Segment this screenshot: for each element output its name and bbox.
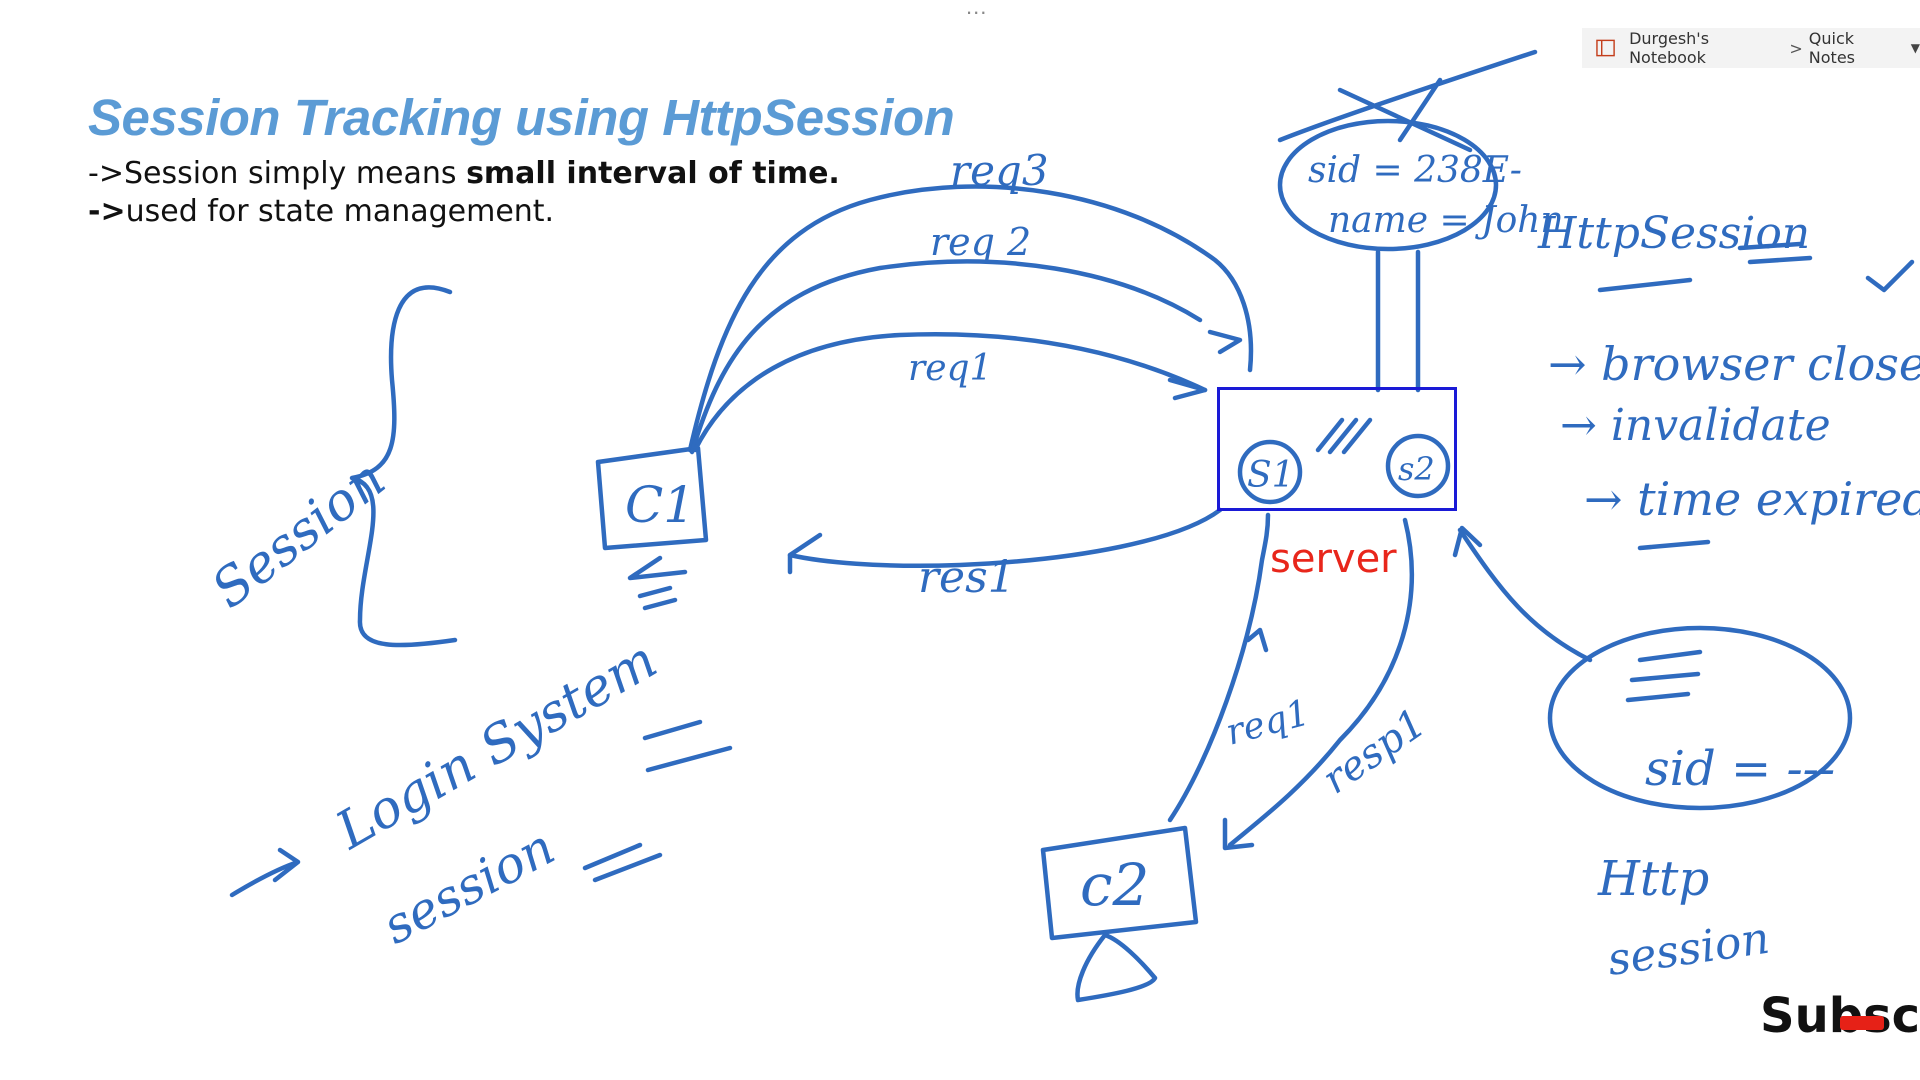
label-time-expired: → time expired [1584,472,1920,526]
label-c2: c2 [1080,851,1149,919]
handwritten-text-layer: req3 req 2 req1 res1 C1 S1 s2 sid = 238E… [201,146,1920,986]
label-req1: req1 [908,348,992,389]
label-http-bottom-1: Http [1597,851,1709,907]
label-c1: C1 [625,476,695,534]
label-http-bottom-2: session [1604,913,1772,986]
label-c2-resp1: resp1 [1314,700,1434,803]
label-req2: req 2 [930,220,1031,264]
label-httpsession: HttpSession [1537,208,1810,259]
server-box [1217,387,1457,511]
label-sid-cookie: sid = --- [1645,741,1835,797]
label-res1: res1 [918,552,1016,603]
server-label: server [1270,536,1397,582]
label-browser-close: → browser close [1548,337,1920,391]
label-invalidate: → invalidate [1560,400,1831,451]
label-sid: sid = 238E- [1308,150,1522,191]
label-session-login: session [373,818,563,956]
label-c2-req1: req1 [1222,692,1314,753]
label-login-system: Login System [326,630,667,862]
label-session-side: Session [201,449,396,620]
label-req3: req3 [950,146,1049,195]
youtube-icon[interactable] [1840,1016,1884,1030]
label-name: name = John [1328,200,1564,241]
notes-canvas[interactable]: ... Durgesh's Notebook > Quick Notes ▼ S… [0,0,1920,1080]
